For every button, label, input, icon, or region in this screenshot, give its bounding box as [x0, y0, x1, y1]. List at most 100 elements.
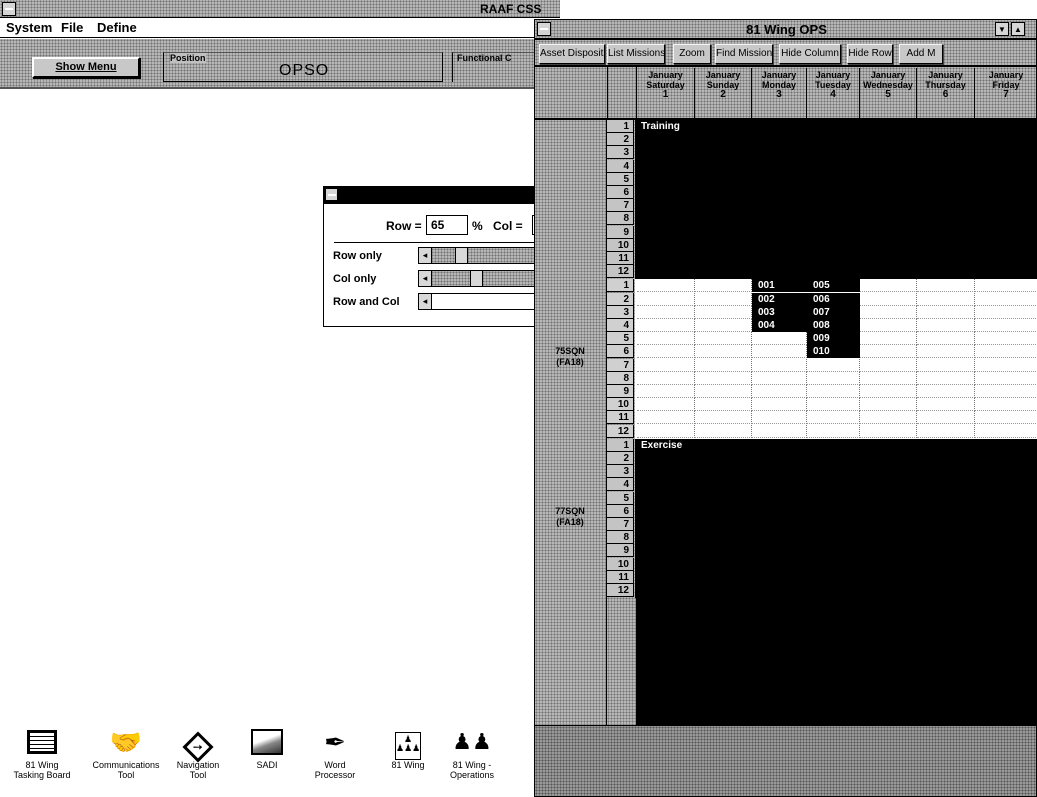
schedule-cell[interactable]: [860, 385, 917, 398]
mission-cell[interactable]: 008: [807, 319, 860, 332]
row-number[interactable]: 10: [607, 239, 634, 252]
schedule-row[interactable]: [635, 212, 1037, 226]
row-percent-input[interactable]: 65: [426, 215, 468, 235]
row-number[interactable]: 3: [607, 465, 634, 478]
show-menu-button[interactable]: Show Menu: [32, 57, 140, 78]
row-number[interactable]: 5: [607, 492, 634, 505]
schedule-cell[interactable]: [752, 411, 807, 424]
row-number[interactable]: 2: [607, 133, 634, 146]
row-number[interactable]: 7: [607, 199, 634, 212]
schedule-cell[interactable]: [860, 279, 917, 292]
row-number[interactable]: 10: [607, 558, 634, 571]
schedule-cell[interactable]: [975, 398, 1037, 411]
schedule-row[interactable]: [635, 226, 1037, 240]
schedule-cell[interactable]: [975, 345, 1037, 358]
schedule-cell[interactable]: [807, 385, 860, 398]
schedule-cell[interactable]: [637, 359, 695, 372]
schedule-cell[interactable]: [975, 425, 1037, 438]
mission-cell[interactable]: 003: [752, 306, 807, 319]
row-number[interactable]: 11: [607, 571, 634, 584]
schedule-cell[interactable]: [695, 345, 752, 358]
row-number[interactable]: 8: [607, 212, 634, 225]
toolbar-button-find-mission[interactable]: Find Mission: [715, 44, 773, 64]
schedule-cell[interactable]: [637, 411, 695, 424]
slider-left-arrow-icon[interactable]: ◂: [419, 248, 432, 263]
schedule-cell[interactable]: [807, 411, 860, 424]
schedule-row[interactable]: [635, 584, 1037, 598]
maximize-button[interactable]: ▲: [1011, 22, 1025, 36]
schedule-row[interactable]: [635, 160, 1037, 174]
schedule-cell[interactable]: [695, 359, 752, 372]
schedule-cell[interactable]: [975, 385, 1037, 398]
day-column-header[interactable]: January Tuesday 4: [807, 68, 860, 119]
schedule-cell[interactable]: [917, 359, 975, 372]
schedule-row[interactable]: [635, 505, 1037, 519]
schedule-cell[interactable]: [807, 398, 860, 411]
row-number[interactable]: 6: [607, 345, 634, 358]
schedule-cell[interactable]: [695, 319, 752, 332]
row-number[interactable]: 1: [607, 120, 634, 133]
schedule-row[interactable]: [635, 544, 1037, 558]
slider-thumb[interactable]: [455, 248, 468, 263]
schedule-cell[interactable]: [860, 411, 917, 424]
schedule-cell[interactable]: [807, 425, 860, 438]
row-number[interactable]: 5: [607, 332, 634, 345]
row-number[interactable]: 3: [607, 146, 634, 159]
schedule-cell[interactable]: [752, 359, 807, 372]
main-system-menu-button[interactable]: [2, 2, 16, 16]
schedule-cell[interactable]: [752, 385, 807, 398]
mission-cell[interactable]: 005: [807, 279, 860, 292]
schedule-row[interactable]: [635, 518, 1037, 532]
mission-cell[interactable]: 002: [752, 293, 807, 306]
mission-cell[interactable]: 007: [807, 306, 860, 319]
toolbar-button-asset-disposition[interactable]: Asset Disposition: [539, 44, 605, 64]
schedule-row[interactable]: [635, 492, 1037, 506]
row-number[interactable]: 7: [607, 518, 634, 531]
row-number[interactable]: 1: [607, 279, 634, 292]
schedule-cell[interactable]: [637, 332, 695, 345]
schedule-row[interactable]: [635, 558, 1037, 572]
desktop-icon-communications[interactable]: 🤝 Communications Tool: [88, 727, 164, 780]
toolbar-button-add-m[interactable]: Add M: [899, 44, 943, 64]
mission-cell[interactable]: 004: [752, 319, 807, 332]
schedule-row[interactable]: [635, 239, 1037, 253]
schedule-cell[interactable]: [860, 306, 917, 319]
schedule-cell[interactable]: [695, 398, 752, 411]
schedule-cell[interactable]: [637, 425, 695, 438]
row-number[interactable]: 6: [607, 505, 634, 518]
schedule-row[interactable]: [635, 133, 1037, 147]
schedule-row[interactable]: [635, 120, 1037, 134]
schedule-cell[interactable]: [637, 293, 695, 306]
schedule-cell[interactable]: [637, 345, 695, 358]
schedule-cell[interactable]: [860, 332, 917, 345]
mission-cell[interactable]: 010: [807, 345, 860, 358]
schedule-cell[interactable]: [917, 332, 975, 345]
schedule-cell[interactable]: [695, 332, 752, 345]
row-number[interactable]: 4: [607, 478, 634, 491]
schedule-cell[interactable]: [695, 372, 752, 385]
row-number[interactable]: 9: [607, 544, 634, 557]
schedule-cell[interactable]: [860, 359, 917, 372]
schedule-row[interactable]: [635, 531, 1037, 545]
schedule-cell[interactable]: [917, 372, 975, 385]
schedule-cell[interactable]: [917, 345, 975, 358]
schedule-cell[interactable]: [860, 372, 917, 385]
schedule-cell[interactable]: [695, 306, 752, 319]
row-number[interactable]: 12: [607, 584, 634, 597]
desktop-icon-tasking-board[interactable]: 81 Wing Tasking Board: [4, 727, 80, 780]
row-number[interactable]: 12: [607, 425, 634, 438]
row-number[interactable]: 4: [607, 160, 634, 173]
menu-define[interactable]: Define: [97, 20, 137, 35]
schedule-cell[interactable]: [695, 425, 752, 438]
schedule-cell[interactable]: [807, 359, 860, 372]
row-number[interactable]: 5: [607, 173, 634, 186]
schedule-cell[interactable]: [637, 372, 695, 385]
schedule-cell[interactable]: [917, 385, 975, 398]
slider-left-arrow-icon[interactable]: ◂: [419, 271, 432, 286]
schedule-cell[interactable]: [695, 293, 752, 306]
schedule-row[interactable]: [635, 265, 1037, 279]
schedule-cell[interactable]: [752, 425, 807, 438]
toolbar-button-zoom[interactable]: Zoom: [673, 44, 711, 64]
schedule-row[interactable]: [635, 186, 1037, 200]
slider-thumb[interactable]: [470, 271, 483, 286]
